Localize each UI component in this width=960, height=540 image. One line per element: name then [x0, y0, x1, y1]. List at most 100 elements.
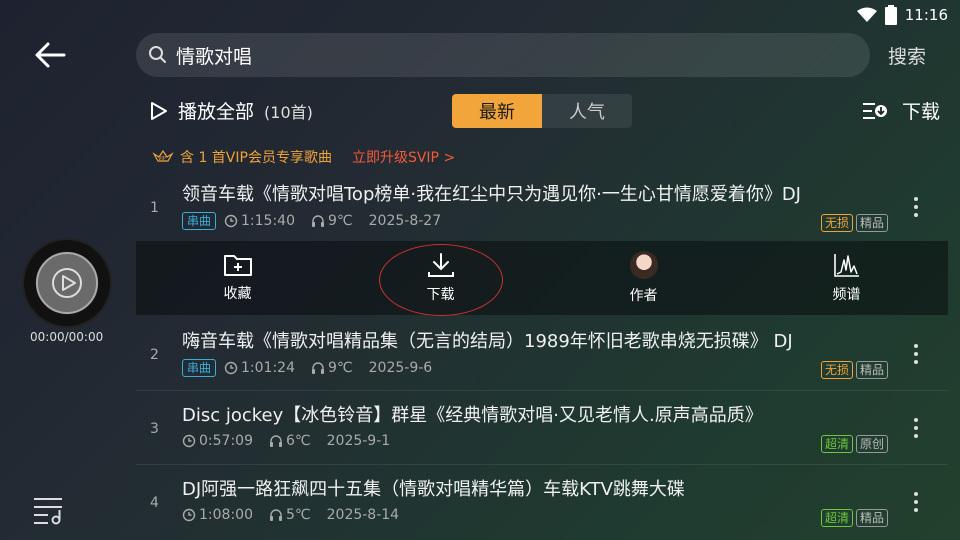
song-meta: 串曲 1:15:40 9℃ 2025-8-27	[182, 212, 441, 230]
song-title: DJ阿强一路狂飙四十五集（情歌对唱精华篇）车载KTV跳舞大碟	[182, 479, 685, 500]
song-meta: 串曲 1:01:24 9℃ 2025-9-6	[182, 359, 432, 377]
author-label: 作者	[629, 288, 658, 304]
favorite-label: 收藏	[223, 286, 252, 302]
spectrum-label: 频谱	[832, 287, 861, 303]
song-count: (10首)	[264, 102, 313, 122]
medley-tag: 串曲	[182, 212, 217, 230]
search-button[interactable]: 搜索	[888, 42, 926, 69]
clock-icon	[224, 214, 238, 228]
duration: 1:01:24	[224, 360, 295, 376]
song-meta: 1:08:00 5℃ 2025-8-14	[182, 507, 399, 523]
battery-icon	[884, 5, 897, 25]
temperature-text: 9℃	[328, 213, 353, 229]
vip-notice: VIP 含 1 首VIP会员专享歌曲 立即升级SVIP >	[152, 147, 455, 167]
duration: 1:15:40	[224, 213, 295, 229]
song-index: 3	[150, 421, 159, 437]
batch-download-button[interactable]: 下载	[862, 97, 940, 124]
music-play-icon	[52, 268, 82, 298]
temperature-text: 5℃	[285, 507, 311, 523]
quality-badges: 无损 精品	[820, 214, 888, 232]
favorite-action[interactable]: 收藏	[136, 241, 339, 315]
song-row[interactable]: 2 嗨音车载《情歌对唱精品集（无言的结局）1989年怀旧老歌串烧无损碟》 DJ …	[136, 317, 948, 391]
playlist-icon	[34, 498, 62, 525]
song-action-bar: 收藏 下载 作者 频谱	[136, 241, 948, 316]
lossless-badge: 无损	[820, 214, 853, 232]
play-icon	[151, 101, 167, 120]
add-folder-icon	[223, 255, 252, 276]
clock-icon	[182, 434, 196, 448]
play-all-button[interactable]: 播放全部 (10首)	[150, 97, 313, 124]
more-options-button[interactable]	[904, 487, 928, 517]
song-row[interactable]: 4 DJ阿强一路狂飙四十五集（情歌对唱精华篇）车载KTV跳舞大碟 1:08:00…	[136, 465, 948, 539]
song-index: 2	[150, 347, 159, 363]
temperature: 9℃	[311, 360, 353, 376]
play-disc-icon	[36, 252, 98, 314]
wifi-icon	[856, 7, 877, 22]
premium-badge: 精品	[855, 214, 888, 232]
upload-date: 2025-8-14	[326, 507, 400, 523]
duration-text: 1:15:40	[241, 213, 295, 229]
headphones-icon	[312, 362, 324, 374]
song-row[interactable]: 3 Disc jockey【冰色铃音】群星《经典情歌对唱·又见老情人.原声高品质…	[136, 391, 948, 465]
temperature: 9℃	[311, 213, 353, 229]
song-index: 4	[150, 495, 159, 511]
song-row[interactable]: 1 领音车载《情歌对唱Top榜单·我在红尘中只为遇见你·一生心甘情愿爱着你》DJ…	[136, 170, 948, 244]
temperature-text: 9℃	[328, 360, 353, 376]
arrow-left-icon	[35, 42, 66, 68]
download-action[interactable]: 下载	[339, 241, 542, 316]
spectrum-action[interactable]: 频谱	[745, 241, 948, 315]
premium-badge: 精品	[855, 509, 888, 527]
sort-tabs: 最新 人气	[452, 94, 632, 128]
search-icon	[149, 46, 166, 63]
search-box[interactable]	[136, 33, 870, 77]
hd-badge: 超清	[820, 509, 853, 527]
svg-text:VIP: VIP	[158, 156, 166, 162]
quality-badges: 无损 精品	[820, 361, 888, 379]
premium-badge: 精品	[855, 361, 888, 379]
player-disc[interactable]	[22, 238, 112, 328]
song-index: 1	[150, 200, 159, 216]
clock: 11:16	[904, 6, 948, 24]
upgrade-svip-link[interactable]: 立即升级SVIP >	[352, 147, 455, 167]
song-meta: 0:57:09 6℃ 2025-9-1	[182, 433, 390, 449]
clock-icon	[224, 361, 238, 375]
original-badge: 原创	[855, 435, 888, 453]
vip-crown-icon: VIP	[152, 149, 174, 162]
author-action[interactable]: 作者	[542, 241, 745, 315]
back-button[interactable]	[30, 38, 70, 72]
play-all-label: 播放全部	[178, 101, 255, 123]
duration-text: 1:01:24	[241, 360, 295, 376]
quality-badges: 超清 原创	[820, 435, 888, 453]
highlight-circle	[378, 244, 503, 316]
status-bar: 11:16	[856, 0, 960, 30]
temperature: 6℃	[269, 433, 311, 449]
spectrum-icon	[833, 254, 859, 277]
lossless-badge: 无损	[820, 361, 853, 379]
temperature-text: 6℃	[285, 433, 311, 449]
more-options-button[interactable]	[904, 339, 928, 369]
clock-icon	[182, 508, 196, 522]
list-toolbar: 播放全部 (10首) 最新 人气 下载	[150, 94, 940, 130]
headphones-icon	[312, 215, 324, 227]
more-options-button[interactable]	[904, 413, 928, 443]
vip-notice-text: 含 1 首VIP会员专享歌曲	[180, 150, 332, 166]
playlist-button[interactable]	[32, 495, 66, 529]
search-input[interactable]	[176, 44, 856, 66]
upload-date: 2025-9-6	[368, 360, 433, 376]
duration: 0:57:09	[182, 433, 253, 449]
tab-popular[interactable]: 人气	[542, 94, 632, 128]
song-title: 领音车载《情歌对唱Top榜单·我在红尘中只为遇见你·一生心甘情愿爱着你》DJ	[182, 184, 801, 205]
more-options-button[interactable]	[904, 192, 928, 222]
medley-tag: 串曲	[182, 359, 217, 377]
download-list-icon	[862, 102, 887, 119]
batch-download-label: 下载	[901, 101, 940, 123]
song-title: Disc jockey【冰色铃音】群星《经典情歌对唱·又见老情人.原声高品质》	[182, 405, 763, 426]
player-time: 00:00/00:00	[30, 330, 104, 344]
duration-text: 1:08:00	[199, 507, 253, 523]
headphones-icon	[269, 435, 282, 447]
upload-date: 2025-8-27	[368, 213, 442, 229]
avatar-icon	[629, 251, 658, 279]
hd-badge: 超清	[820, 435, 853, 453]
duration-text: 0:57:09	[199, 433, 253, 449]
tab-newest[interactable]: 最新	[452, 94, 542, 128]
